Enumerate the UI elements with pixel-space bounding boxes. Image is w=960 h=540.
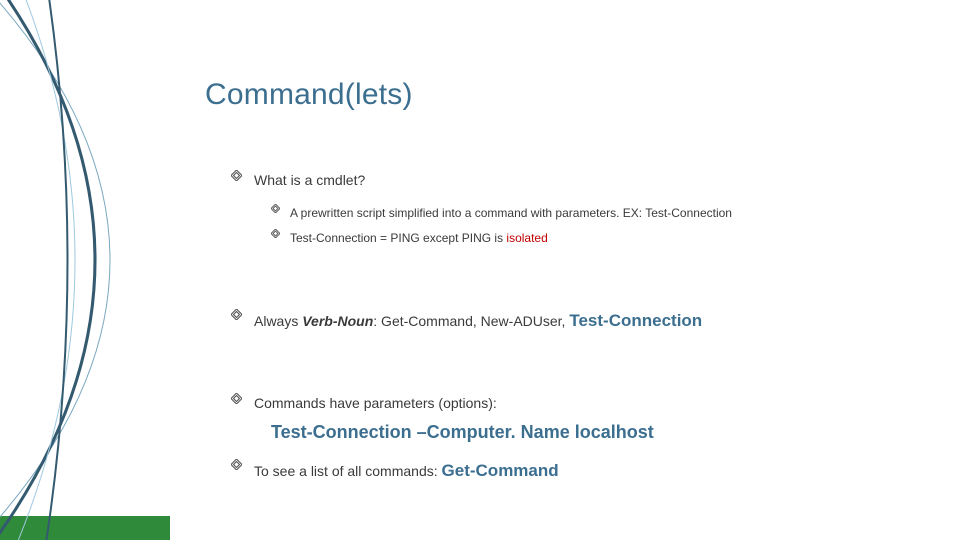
- diamond-icon: [271, 204, 280, 213]
- bullet-verb-noun: Always Verb-Noun: Get-Command, New-ADUse…: [231, 309, 920, 334]
- highlight-isolated: isolated: [506, 231, 547, 245]
- bullet-text: Always Verb-Noun: Get-Command, New-ADUse…: [254, 309, 702, 334]
- diamond-icon: [231, 170, 242, 181]
- highlight-test-connection: Test-Connection: [569, 311, 702, 330]
- bullet-parameters: Commands have parameters (options):: [231, 393, 920, 413]
- bullet-get-command: To see a list of all commands: Get-Comma…: [231, 459, 920, 484]
- sub-bullet: Test-Connection = PING except PING is is…: [271, 229, 920, 248]
- bullet-text: What is a cmdlet?: [254, 170, 365, 190]
- slide-title: Command(lets): [205, 78, 920, 112]
- diamond-icon: [231, 393, 242, 404]
- bullet-text: Commands have parameters (options):: [254, 393, 497, 413]
- diamond-icon: [271, 229, 280, 238]
- bullet-what-is-cmdlet: What is a cmdlet? A prewritten script si…: [231, 170, 920, 249]
- example-command: Test-Connection –Computer. Name localhos…: [271, 422, 920, 443]
- highlight-get-command: Get-Command: [442, 461, 559, 480]
- diamond-icon: [231, 309, 242, 320]
- sub-bullet: A prewritten script simplified into a co…: [271, 204, 920, 223]
- sub-bullet-text: A prewritten script simplified into a co…: [290, 204, 732, 223]
- bullet-text: To see a list of all commands: Get-Comma…: [254, 459, 559, 484]
- sub-bullet-text: Test-Connection = PING except PING is is…: [290, 229, 548, 248]
- diamond-icon: [231, 459, 242, 470]
- slide-content: Command(lets) What is a cmdlet? A prewri…: [205, 78, 920, 511]
